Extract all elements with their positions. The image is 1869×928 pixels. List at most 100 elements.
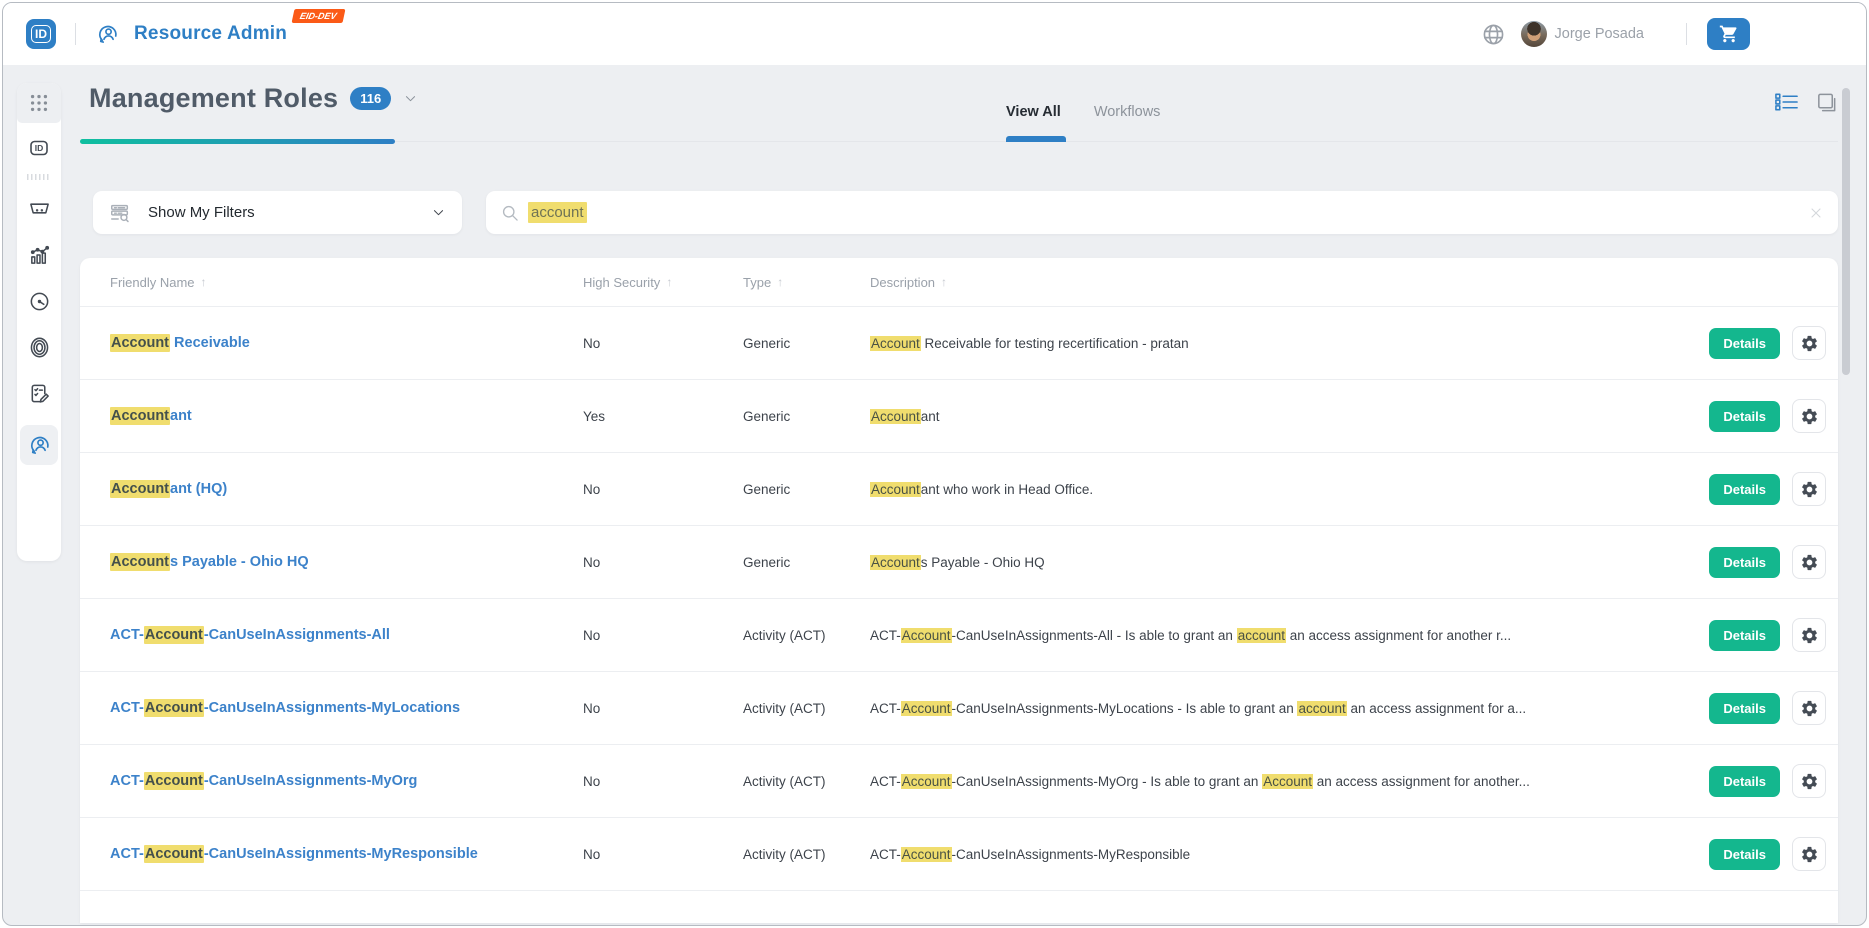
title-gradient-underline: [80, 139, 395, 144]
sidebar-item-collapsed[interactable]: [17, 171, 61, 183]
role-name-link[interactable]: Account Receivable: [110, 335, 583, 351]
search-match-highlight: Account: [870, 336, 921, 351]
sidebar-item-gauge[interactable]: [17, 279, 61, 323]
app-logo[interactable]: ID: [26, 19, 56, 49]
card-view-icon: [1815, 91, 1838, 114]
id-card-icon: ID: [27, 136, 51, 160]
details-button[interactable]: Details: [1709, 547, 1780, 578]
gear-button[interactable]: [1792, 837, 1826, 871]
page-title: Management Roles: [89, 83, 338, 114]
chevron-down-icon[interactable]: [403, 91, 418, 106]
search-match-highlight: Account: [870, 409, 921, 424]
role-name-link[interactable]: ACT-Account-CanUseInAssignments-All: [110, 627, 583, 643]
gear-button[interactable]: [1792, 764, 1826, 798]
cart-icon: [1719, 24, 1739, 44]
role-name-link[interactable]: Accountant (HQ): [110, 481, 583, 497]
column-header-high-security[interactable]: High Security↑: [583, 275, 743, 290]
search-match-highlight: Account: [144, 845, 204, 863]
card-view-button[interactable]: [1815, 91, 1838, 114]
sort-asc-icon: ↑: [941, 275, 947, 289]
person-sync-icon: [27, 433, 52, 458]
high-security-value: No: [583, 628, 743, 643]
details-button[interactable]: Details: [1709, 328, 1780, 359]
active-tab-underline: [1006, 136, 1066, 142]
tab-bar: View All Workflows: [1006, 104, 1160, 120]
sidebar-item-resource-admin[interactable]: [20, 425, 58, 465]
type-value: Generic: [743, 555, 870, 570]
role-name-link[interactable]: Accountant: [110, 408, 583, 424]
main-content: Management Roles 116 View All Workflows …: [80, 65, 1838, 925]
tab-view-all[interactable]: View All: [1006, 104, 1061, 120]
filters-dropdown-label: Show My Filters: [148, 204, 431, 221]
column-header-type[interactable]: Type↑: [743, 275, 870, 290]
list-view-button[interactable]: [1774, 91, 1799, 114]
description-value: ACT-Account-CanUseInAssignments-MyLocati…: [870, 701, 1676, 716]
search-input[interactable]: account: [486, 191, 1838, 234]
role-name-link[interactable]: Accounts Payable - Ohio HQ: [110, 554, 583, 570]
count-badge: 116: [350, 87, 391, 110]
search-match-highlight: Account: [144, 626, 204, 644]
sidebar-item-analytics[interactable]: [17, 233, 61, 277]
filter-list-icon: [109, 202, 131, 224]
column-header-friendly-name[interactable]: Friendly Name↑: [110, 275, 583, 290]
details-button[interactable]: Details: [1709, 766, 1780, 797]
tab-workflows[interactable]: Workflows: [1094, 104, 1161, 120]
gear-button[interactable]: [1792, 326, 1826, 360]
basket-icon: [28, 197, 51, 220]
sort-asc-icon: ↑: [777, 275, 783, 289]
type-value: Generic: [743, 336, 870, 351]
details-button[interactable]: Details: [1709, 693, 1780, 724]
list-view-icon: [1774, 91, 1799, 114]
table-row: Accounts Payable - Ohio HQNoGenericAccou…: [80, 525, 1838, 598]
role-name-link[interactable]: ACT-Account-CanUseInAssignments-MyRespon…: [110, 846, 583, 862]
search-match-highlight: Account: [144, 772, 204, 790]
gear-icon: [1800, 626, 1819, 645]
gear-button[interactable]: [1792, 691, 1826, 725]
sidebar-item-apps[interactable]: [17, 83, 61, 123]
high-security-value: No: [583, 701, 743, 716]
details-button[interactable]: Details: [1709, 620, 1780, 651]
details-button[interactable]: Details: [1709, 401, 1780, 432]
vertical-scrollbar[interactable]: [1842, 88, 1850, 375]
role-name-link[interactable]: ACT-Account-CanUseInAssignments-MyLocati…: [110, 700, 583, 716]
description-value: Accountant: [870, 409, 1676, 424]
dashes-icon: [27, 174, 51, 180]
table-row: ACT-Account-CanUseInAssignments-MyOrgNoA…: [80, 744, 1838, 817]
app-title-wrap: Resource Admin EID-DEV: [134, 23, 287, 45]
filters-dropdown[interactable]: Show My Filters: [93, 191, 462, 234]
type-value: Activity (ACT): [743, 628, 870, 643]
cart-button[interactable]: [1707, 18, 1750, 50]
table-row: ACT-Account-CanUseInAssignments-AllNoAct…: [80, 598, 1838, 671]
gear-icon: [1800, 334, 1819, 353]
details-button[interactable]: Details: [1709, 474, 1780, 505]
gear-button[interactable]: [1792, 472, 1826, 506]
sidebar-item-tasks[interactable]: [17, 371, 61, 415]
gear-button[interactable]: [1792, 399, 1826, 433]
gear-button[interactable]: [1792, 618, 1826, 652]
avatar[interactable]: [1521, 21, 1547, 47]
sidebar-item-fingerprint[interactable]: [17, 325, 61, 369]
search-match-highlight: Account: [110, 407, 170, 425]
gear-button[interactable]: [1792, 545, 1826, 579]
roles-table: Friendly Name↑High Security↑Type↑Descrip…: [80, 258, 1838, 923]
high-security-value: No: [583, 482, 743, 497]
role-name-link[interactable]: ACT-Account-CanUseInAssignments-MyOrg: [110, 773, 583, 789]
column-label: Friendly Name: [110, 275, 195, 290]
sidebar-item-basket[interactable]: [17, 187, 61, 229]
user-name[interactable]: Jorge Posada: [1555, 26, 1644, 42]
gear-icon: [1800, 772, 1819, 791]
gear-icon: [1800, 407, 1819, 426]
type-value: Generic: [743, 409, 870, 424]
column-header-description[interactable]: Description↑: [870, 275, 1676, 290]
type-value: Generic: [743, 482, 870, 497]
description-value: ACT-Account-CanUseInAssignments-All - Is…: [870, 628, 1676, 643]
search-match-highlight: Account: [901, 701, 952, 716]
search-match-highlight: Account: [870, 555, 921, 570]
details-button[interactable]: Details: [1709, 839, 1780, 870]
close-icon[interactable]: [1808, 205, 1824, 221]
description-value: Accounts Payable - Ohio HQ: [870, 555, 1676, 570]
search-match-highlight: Account: [901, 628, 952, 643]
globe-icon[interactable]: [1481, 22, 1506, 47]
search-match-highlight: Account: [110, 553, 170, 571]
sidebar-item-id-card[interactable]: ID: [17, 129, 61, 167]
